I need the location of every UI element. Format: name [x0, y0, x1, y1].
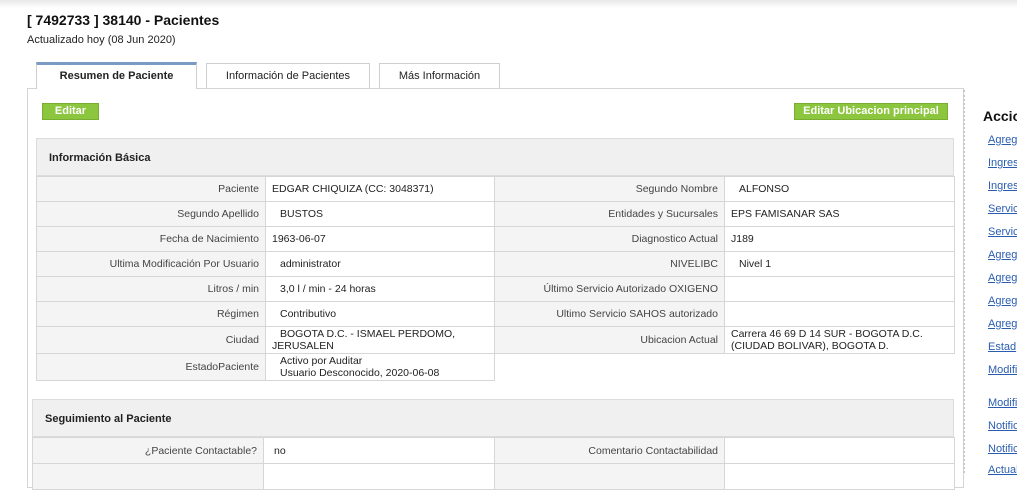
table-row: Régimen Contributivo Ultimo Servicio SAH…	[36, 301, 955, 327]
field-label: Ultimo Servicio SAHOS autorizado	[494, 301, 725, 327]
field-value	[724, 301, 955, 327]
empty-cell	[494, 353, 725, 381]
field-value: EDGAR CHIQUIZA (CC: 3048371)	[265, 176, 495, 202]
action-link[interactable]: Agreg	[988, 249, 1017, 261]
patient-status-detail: Usuario Desconocido, 2020-06-08	[280, 367, 440, 379]
action-link[interactable]: Ingres	[988, 157, 1017, 169]
action-link[interactable]: Estad	[988, 341, 1016, 353]
patient-status: Activo por Auditar	[280, 355, 363, 367]
field-label: Paciente	[36, 176, 266, 202]
action-link[interactable]: Modifi	[988, 364, 1017, 376]
field-label: Fecha de Nacimiento	[36, 226, 266, 252]
field-label: Ubicacion Actual	[494, 326, 725, 354]
field-label: Segundo Apellido	[36, 201, 266, 227]
table-row	[32, 463, 955, 490]
follow-up-table: ¿Paciente Contactable? no Comentario Con…	[32, 437, 955, 490]
table-row: Litros / min 3,0 l / min - 24 horas Últi…	[36, 276, 955, 302]
action-link[interactable]: Notific	[988, 420, 1017, 432]
table-row: Ciudad BOGOTA D.C. - ISMAEL PERDOMO, JER…	[36, 326, 955, 354]
action-link[interactable]: Agreg	[988, 295, 1017, 307]
action-link[interactable]: Agreg	[988, 134, 1017, 146]
table-row: Segundo Apellido BUSTOS Entidades y Sucu…	[36, 201, 955, 227]
field-value: EPS FAMISANAR SAS	[724, 201, 955, 227]
field-label: Entidades y Sucursales	[494, 201, 725, 227]
action-link[interactable]: Notific	[988, 443, 1017, 455]
table-row: ¿Paciente Contactable? no Comentario Con…	[32, 437, 955, 464]
field-value	[263, 463, 495, 490]
action-link[interactable]: Agreg	[988, 318, 1017, 330]
field-label: Último Servicio Autorizado OXIGENO	[494, 276, 725, 302]
field-label: ¿Paciente Contactable?	[32, 437, 264, 464]
field-value	[724, 463, 955, 490]
action-link[interactable]: Ingres	[988, 180, 1017, 192]
field-label: Ultima Modificación Por Usuario	[36, 251, 266, 277]
field-label: Ciudad	[36, 326, 266, 354]
tab-patient-information[interactable]: Información de Pacientes	[206, 63, 370, 88]
empty-cell	[724, 353, 955, 381]
basic-info-table: Paciente EDGAR CHIQUIZA (CC: 3048371) Se…	[36, 176, 955, 381]
field-value: Activo por Auditar Usuario Desconocido, …	[265, 353, 495, 381]
action-link[interactable]: Servic	[988, 226, 1017, 238]
table-row: EstadoPaciente Activo por Auditar Usuari…	[36, 353, 955, 381]
edit-button[interactable]: Editar	[42, 103, 99, 120]
field-label: Régimen	[36, 301, 266, 327]
field-value: Carrera 46 69 D 14 SUR - BOGOTA D.C. (CI…	[724, 326, 955, 354]
page-title: [ 7492733 ] 38140 - Pacientes	[27, 12, 220, 28]
field-value: 3,0 l / min - 24 horas	[265, 276, 495, 302]
field-label	[32, 463, 264, 490]
field-value: administrator	[265, 251, 495, 277]
field-value: Contributivo	[265, 301, 495, 327]
table-row: Paciente EDGAR CHIQUIZA (CC: 3048371) Se…	[36, 176, 955, 202]
table-row: Fecha de Nacimiento 1963-06-07 Diagnosti…	[36, 226, 955, 252]
field-value: BOGOTA D.C. - ISMAEL PERDOMO, JERUSALEN	[265, 326, 495, 354]
panel-divider	[963, 90, 965, 473]
field-value: no	[263, 437, 495, 464]
action-link[interactable]: Servic	[988, 203, 1017, 215]
follow-up-header: Seguimiento al Paciente	[32, 399, 954, 437]
field-value: ALFONSO	[724, 176, 955, 202]
field-label: Segundo Nombre	[494, 176, 725, 202]
field-label	[494, 463, 725, 490]
edit-main-location-button[interactable]: Editar Ubicacion principal	[794, 103, 948, 120]
page-updated-date: Actualizado hoy (08 Jun 2020)	[27, 34, 176, 46]
field-label: Diagnostico Actual	[494, 226, 725, 252]
field-value: J189	[724, 226, 955, 252]
action-link[interactable]: Actual	[988, 464, 1017, 476]
field-label: Comentario Contactabilidad	[494, 437, 725, 464]
tab-patient-summary[interactable]: Resumen de Paciente	[36, 62, 197, 89]
top-gradient-bar	[0, 0, 1017, 8]
tab-more-information[interactable]: Más Información	[379, 63, 500, 88]
field-value: Nivel 1	[724, 251, 955, 277]
field-value	[724, 276, 955, 302]
field-value: BUSTOS	[265, 201, 495, 227]
table-row: Ultima Modificación Por Usuario administ…	[36, 251, 955, 277]
field-label: EstadoPaciente	[36, 353, 266, 381]
city-value: BOGOTA D.C. - ISMAEL PERDOMO, JERUSALEN	[272, 328, 456, 352]
field-value: 1963-06-07	[265, 226, 495, 252]
field-label: Litros / min	[36, 276, 266, 302]
basic-info-header: Información Básica	[36, 138, 954, 176]
action-link[interactable]: Agreg	[988, 272, 1017, 284]
action-link[interactable]: Modifi	[988, 397, 1017, 409]
actions-title: Accio	[983, 108, 1017, 124]
field-label: NIVELIBC	[494, 251, 725, 277]
field-value	[724, 437, 955, 464]
